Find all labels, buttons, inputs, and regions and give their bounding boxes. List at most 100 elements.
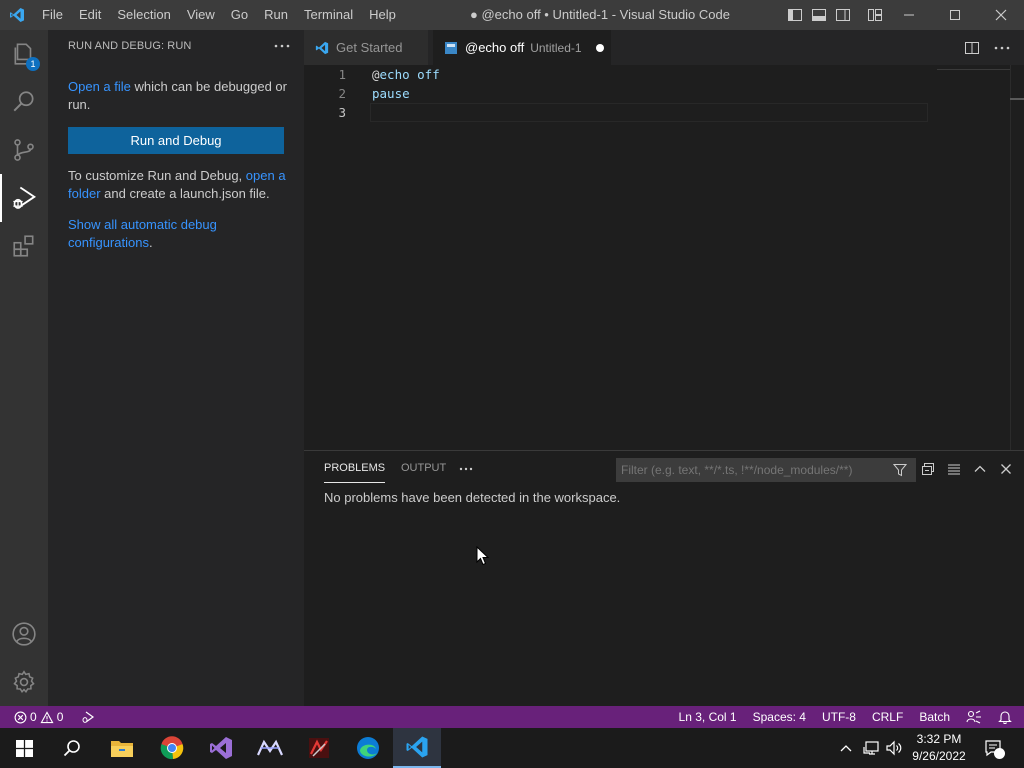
errors-warnings-status[interactable]: 0 0 xyxy=(14,710,63,724)
action-center-icon[interactable] xyxy=(982,728,1005,768)
menu-run[interactable]: Run xyxy=(256,0,296,30)
toggle-secondary-sidebar-icon[interactable] xyxy=(834,6,852,24)
status-left: 0 0 xyxy=(14,706,95,728)
vscode-taskbar-icon[interactable] xyxy=(393,728,441,768)
mouse-cursor-icon xyxy=(476,545,490,566)
panel-more-icon[interactable] xyxy=(456,459,476,479)
show-all-text: Show all automatic debug configurations. xyxy=(68,216,288,252)
panel-actions xyxy=(920,459,1014,479)
collapse-all-icon[interactable] xyxy=(920,459,936,479)
layout-controls xyxy=(786,0,884,30)
menu-bar: File Edit Selection View Go Run Terminal… xyxy=(34,0,404,30)
clock-time: 3:32 PM xyxy=(916,732,962,746)
warning-count: 0 xyxy=(56,710,64,724)
start-icon[interactable] xyxy=(0,728,48,768)
warning-icon xyxy=(40,710,54,723)
editor-tab-bar: Get Started @echo off Untitled-1 xyxy=(304,30,1024,65)
more-actions-icon[interactable] xyxy=(272,36,292,56)
code-editor[interactable]: 1 @echo off 2 pause 3 xyxy=(304,65,1024,450)
run-debug-sidebar: RUN AND DEBUG: RUN Open a file which can… xyxy=(48,30,304,706)
show-hidden-icons-icon[interactable] xyxy=(836,728,856,768)
line-number: 3 xyxy=(338,105,346,120)
tab-untitled-1[interactable]: @echo off Untitled-1 xyxy=(433,30,611,65)
scrollbar-marker xyxy=(1010,98,1024,100)
source-control-icon[interactable] xyxy=(0,126,48,174)
taskbar-clock[interactable]: 3:32 PM 9/26/2022 xyxy=(900,731,978,765)
notification-count-badge xyxy=(994,748,1005,759)
split-editor-icon[interactable] xyxy=(964,40,980,56)
tab-output[interactable]: OUTPUT xyxy=(401,462,446,474)
code-line-current: 3 xyxy=(304,103,1024,122)
tab-get-started[interactable]: Get Started xyxy=(304,30,428,65)
vscode-tab-icon xyxy=(314,40,330,56)
menu-file[interactable]: File xyxy=(34,0,71,30)
view-as-list-icon[interactable] xyxy=(946,459,962,479)
menu-selection[interactable]: Selection xyxy=(109,0,178,30)
run-debug-icon[interactable] xyxy=(0,174,48,222)
eol-status[interactable]: CRLF xyxy=(872,710,903,724)
explorer-badge: 1 xyxy=(26,57,40,71)
language-mode-status[interactable]: Batch xyxy=(919,710,950,724)
error-count: 0 xyxy=(30,710,37,724)
app-icon[interactable] xyxy=(246,728,294,768)
search-icon[interactable] xyxy=(48,728,96,768)
visual-studio-icon[interactable] xyxy=(197,728,245,768)
menu-view[interactable]: View xyxy=(179,0,223,30)
maximize-panel-icon[interactable] xyxy=(972,459,988,479)
menu-go[interactable]: Go xyxy=(223,0,256,30)
indentation-status[interactable]: Spaces: 4 xyxy=(753,710,806,724)
show-all-debug-configurations-link[interactable]: Show all automatic debug configurations xyxy=(68,217,217,250)
close-icon[interactable] xyxy=(978,0,1024,30)
problems-message: No problems have been detected in the wo… xyxy=(324,490,621,505)
status-bar: 0 0 Ln 3, Col 1 Spaces: 4 UTF-8 CRLF Bat… xyxy=(0,706,1024,728)
clock-date: 9/26/2022 xyxy=(912,749,966,763)
unsaved-dot-icon[interactable] xyxy=(595,43,604,52)
network-icon[interactable] xyxy=(860,728,882,768)
maximize-icon[interactable] xyxy=(932,0,978,30)
code-keyword: echo off xyxy=(379,67,440,82)
toggle-primary-sidebar-icon[interactable] xyxy=(786,6,804,24)
line-number: 2 xyxy=(338,86,346,101)
open-file-link[interactable]: Open a file xyxy=(68,79,131,94)
minimize-icon[interactable] xyxy=(886,0,932,30)
minimap[interactable] xyxy=(937,65,1011,70)
toggle-panel-icon[interactable] xyxy=(810,6,828,24)
customize-layout-icon[interactable] xyxy=(866,6,884,24)
code-at-sign: @ xyxy=(372,67,380,82)
current-line-highlight xyxy=(370,103,928,122)
vertical-scrollbar[interactable] xyxy=(1010,65,1024,450)
filter-icon[interactable] xyxy=(892,462,908,478)
chrome-icon[interactable] xyxy=(148,728,196,768)
run-and-debug-button[interactable]: Run and Debug xyxy=(68,127,284,154)
line-number: 1 xyxy=(338,67,346,82)
feedback-icon[interactable] xyxy=(966,710,982,724)
window-controls xyxy=(886,0,1024,30)
search-icon[interactable] xyxy=(0,78,48,126)
windows-taskbar: 3:32 PM 9/26/2022 xyxy=(0,728,1024,768)
notifications-bell-icon[interactable] xyxy=(998,710,1012,724)
cursor-position-status[interactable]: Ln 3, Col 1 xyxy=(679,710,737,724)
extensions-icon[interactable] xyxy=(0,222,48,270)
file-explorer-icon[interactable] xyxy=(98,728,146,768)
window-title: ● @echo off • Untitled-1 - Visual Studio… xyxy=(470,7,730,22)
tab-problems[interactable]: PROBLEMS xyxy=(324,462,386,483)
encoding-status[interactable]: UTF-8 xyxy=(822,710,856,724)
explorer-icon[interactable]: 1 xyxy=(0,30,48,78)
menu-edit[interactable]: Edit xyxy=(71,0,109,30)
more-actions-icon[interactable] xyxy=(994,40,1010,56)
open-file-text: Open a file which can be debugged or run… xyxy=(68,78,288,114)
code-line: 2 pause xyxy=(304,84,1024,103)
problems-filter-input[interactable] xyxy=(616,458,916,482)
close-panel-icon[interactable] xyxy=(998,459,1014,479)
settings-gear-icon[interactable] xyxy=(0,658,48,706)
vscode-logo-icon xyxy=(0,0,34,30)
menu-terminal[interactable]: Terminal xyxy=(296,0,361,30)
customize-lead: To customize Run and Debug, xyxy=(68,168,246,183)
edge-icon[interactable] xyxy=(344,728,392,768)
code-text: @echo off xyxy=(372,65,440,84)
game-app-icon[interactable] xyxy=(295,728,343,768)
bottom-panel: PROBLEMS OUTPUT No problems have been de… xyxy=(304,450,1024,706)
sidebar-title: RUN AND DEBUG: RUN xyxy=(68,40,192,52)
debug-status-icon[interactable] xyxy=(81,710,95,724)
accounts-icon[interactable] xyxy=(0,610,48,658)
